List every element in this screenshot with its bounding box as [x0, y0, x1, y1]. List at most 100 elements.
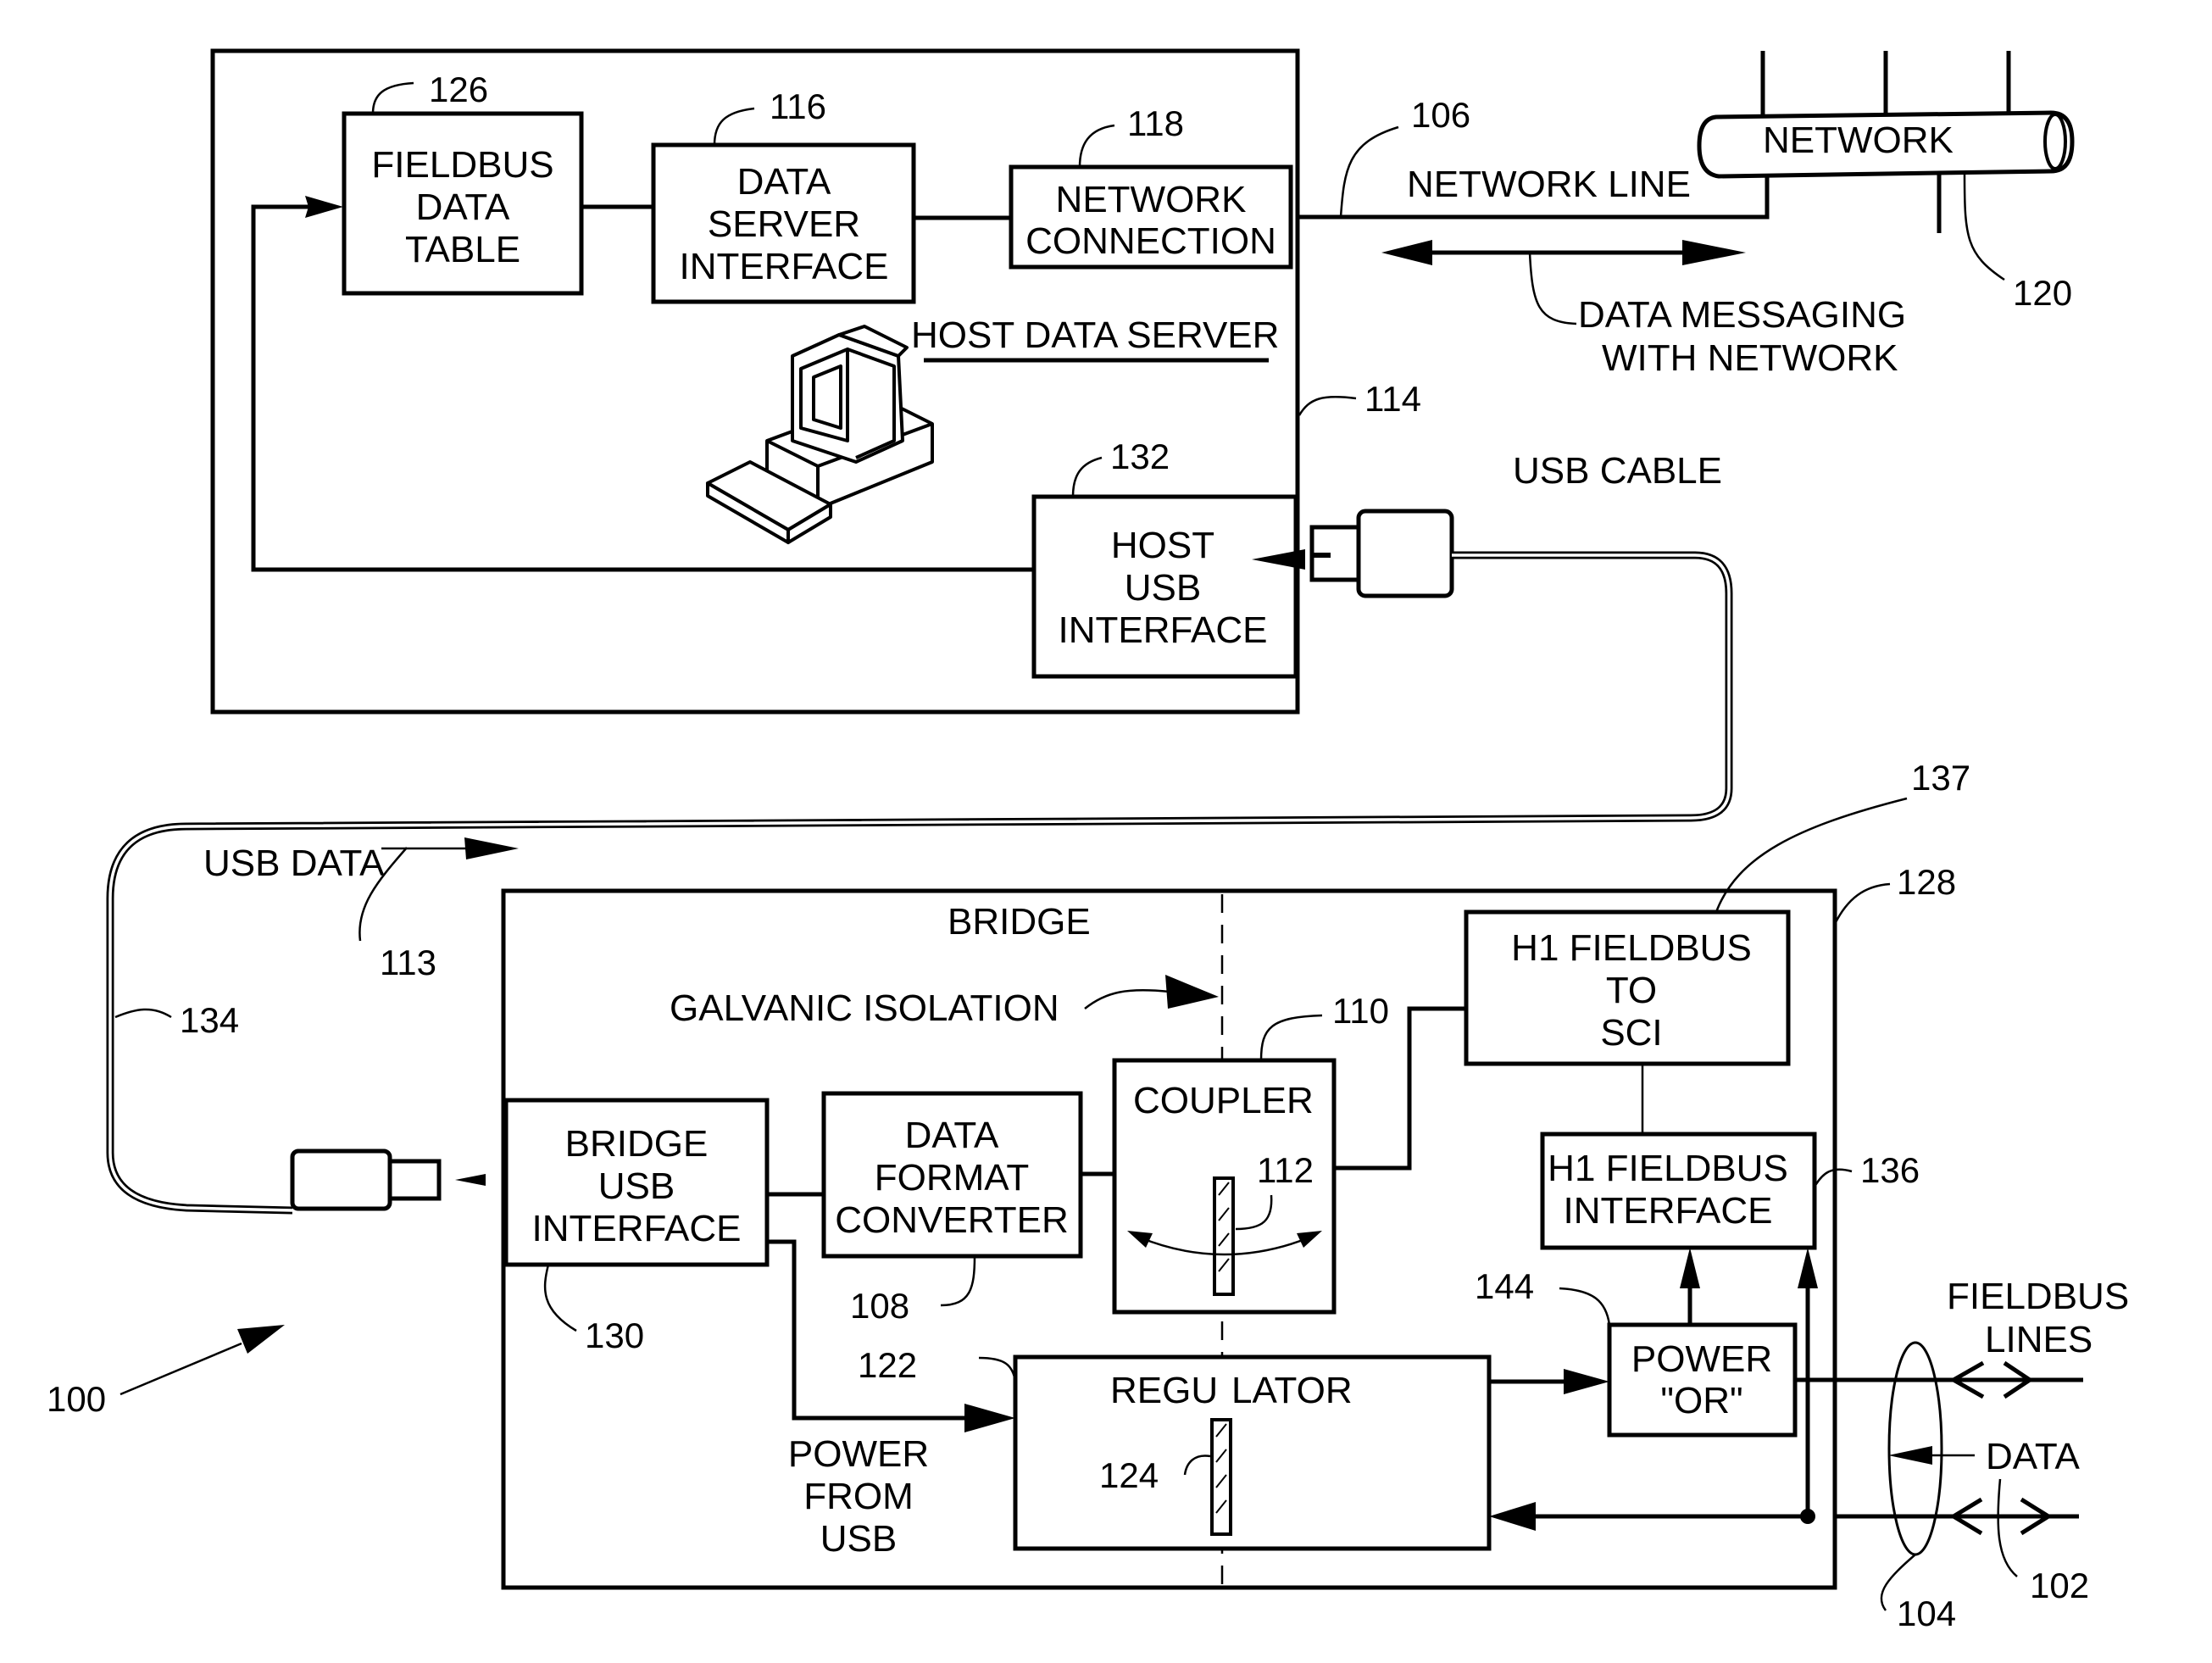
power-or-line-2: "OR" — [1660, 1380, 1742, 1421]
host-usb-plug-icon — [1309, 509, 1454, 598]
system-reference: 100 — [47, 1325, 285, 1419]
ref-137: 137 — [1911, 758, 1970, 798]
host-usb-interface-line-3: INTERFACE — [1059, 609, 1268, 651]
bridge-usb-plug-icon — [290, 1149, 442, 1211]
usb-data-arrow-icon — [464, 837, 519, 859]
arrow-into-h1if-icon — [1680, 1248, 1700, 1288]
coupler-block: COUPLER 112 110 — [1112, 991, 1389, 1315]
leader-data-messaging — [1528, 252, 1577, 325]
power-or-line-1: POWER — [1631, 1338, 1772, 1380]
patent-figure: FIELDBUS DATA TABLE 126 DATA SERVER INTE… — [47, 48, 2129, 1633]
network-line-label: NETWORK LINE — [1407, 164, 1691, 205]
bridge-usb-interface-block: BRIDGE USB INTERFACE 130 — [503, 1098, 770, 1355]
ref-128: 128 — [1897, 862, 1956, 902]
arrow-into-table-icon — [305, 196, 343, 218]
line-pair-ellipse — [1887, 1341, 1943, 1556]
bridge-usb-interface-line-2: USB — [598, 1165, 675, 1207]
network-connection-line-2: CONNECTION — [1025, 220, 1276, 262]
fieldbus-data-table-block: FIELDBUS DATA TABLE 126 — [342, 70, 584, 296]
leader-108 — [940, 1255, 976, 1307]
leader-116 — [713, 107, 755, 146]
power-arrow-icon — [964, 1404, 1015, 1432]
leader-130 — [543, 1264, 577, 1332]
fieldbus-data-table-line-3: TABLE — [405, 229, 520, 270]
leader-114 — [1298, 395, 1357, 416]
h1-fieldbus-to-sci-block: H1 FIELDBUS TO SCI 137 — [1464, 758, 1970, 1066]
fieldbus-lines: FIELDBUS LINES 104 DATA 102 — [1795, 1276, 2129, 1633]
regulator-label-right: LATOR — [1231, 1370, 1353, 1411]
bridge-usb-interface-line-1: BRIDGE — [565, 1123, 709, 1165]
power-or-block: POWER "OR" 144 — [1475, 1266, 1798, 1438]
power-from-usb-line-3: USB — [820, 1518, 897, 1560]
fieldbus-data-table-line-2: DATA — [416, 186, 510, 228]
data-server-interface-block: DATA SERVER INTERFACE 116 — [651, 86, 916, 304]
arrow-100-icon — [237, 1325, 285, 1354]
network-cylinder-icon: NETWORK — [1697, 51, 2075, 233]
data-arrow-icon — [1888, 1446, 1932, 1465]
h1-fieldbus-interface-block: H1 FIELDBUS INTERFACE 136 — [1540, 1132, 1920, 1250]
data-messaging-line-1: DATA MESSAGING — [1578, 294, 1906, 336]
ref-104: 104 — [1897, 1593, 1956, 1633]
h1-to-sci-line-1: H1 FIELDBUS — [1511, 927, 1752, 969]
leader-134 — [114, 1008, 172, 1019]
data-server-interface-line-3: INTERFACE — [680, 246, 889, 287]
host-data-server-title: HOST DATA SERVER — [911, 314, 1279, 356]
computer-icon — [706, 325, 934, 544]
arrow-to-bridge-usb-icon — [455, 1174, 486, 1186]
regulator-block: REGU LATOR 124 122 — [858, 1345, 1492, 1551]
ref-110: 110 — [1332, 991, 1389, 1031]
usb-cable-label: USB CABLE — [1513, 450, 1722, 492]
ref-118: 118 — [1127, 103, 1184, 143]
network-connection-line-1: NETWORK — [1056, 179, 1247, 220]
leader-128 — [1833, 882, 1891, 925]
leader-102 — [1997, 1478, 2018, 1577]
leader-144 — [1559, 1287, 1611, 1326]
power-from-usb-line-2: FROM — [803, 1476, 914, 1517]
ref-100: 100 — [47, 1379, 106, 1419]
data-format-converter-line-1: DATA — [905, 1115, 999, 1156]
network-area: 106 NETWORK LINE NETWORK 120 DATA MESSAG… — [1298, 51, 2075, 379]
arrow-100-shaft — [119, 1342, 242, 1396]
galvanic-isolation-pointer — [1084, 988, 1170, 1009]
ref-124: 124 — [1099, 1455, 1159, 1495]
bridge: BRIDGE 128 GALVANIC ISOLATION BRIDGE USB… — [501, 758, 1970, 1590]
arrow-right-icon — [1682, 240, 1746, 265]
leader-106 — [1339, 125, 1399, 218]
fieldbus-data-label: DATA — [1986, 1436, 2080, 1477]
ref-130: 130 — [585, 1315, 644, 1355]
network-label: NETWORK — [1763, 120, 1954, 161]
ref-134: 134 — [180, 1000, 239, 1040]
leader-122 — [978, 1356, 1017, 1382]
coupler-label: COUPLER — [1133, 1080, 1314, 1121]
data-server-interface-line-1: DATA — [737, 161, 831, 203]
ref-116: 116 — [770, 86, 826, 126]
ref-113: 113 — [380, 943, 436, 982]
ref-112: 112 — [1257, 1150, 1314, 1190]
power-from-usb-line-1: POWER — [788, 1433, 929, 1475]
ref-132: 132 — [1110, 437, 1170, 476]
ref-126: 126 — [429, 70, 488, 109]
bridge-usb-interface-line-3: INTERFACE — [532, 1208, 742, 1249]
data-format-converter-line-2: FORMAT — [875, 1157, 1030, 1199]
arrow-left-icon — [1381, 240, 1432, 265]
leader-137 — [1715, 797, 1908, 913]
usb-data-label: USB DATA — [203, 843, 385, 884]
host-usb-interface-line-1: HOST — [1111, 525, 1214, 566]
data-format-converter-line-3: CONVERTER — [835, 1199, 1068, 1241]
galvanic-isolation-label: GALVANIC ISOLATION — [670, 987, 1059, 1029]
ref-122: 122 — [858, 1345, 917, 1385]
ref-136: 136 — [1860, 1150, 1920, 1190]
leader-132 — [1071, 456, 1103, 498]
galvanic-isolation-arrow-icon — [1165, 975, 1219, 1009]
link-coupler-to-h1sci — [1334, 1006, 1466, 1171]
link-usb-power-to-regulator — [767, 1239, 966, 1421]
data-format-converter-block: DATA FORMAT CONVERTER 108 — [821, 1091, 1083, 1326]
data-messaging-line-2: WITH NETWORK — [1602, 337, 1898, 379]
arrow-into-regulator-icon — [1489, 1502, 1536, 1531]
h1-to-sci-line-3: SCI — [1600, 1012, 1662, 1054]
regulator-label-left: REGU — [1110, 1370, 1218, 1411]
bridge-title: BRIDGE — [948, 901, 1091, 943]
h1-interface-line-2: INTERFACE — [1564, 1190, 1773, 1232]
arrow-data-into-h1if-icon — [1798, 1248, 1818, 1288]
ref-106: 106 — [1411, 95, 1470, 135]
